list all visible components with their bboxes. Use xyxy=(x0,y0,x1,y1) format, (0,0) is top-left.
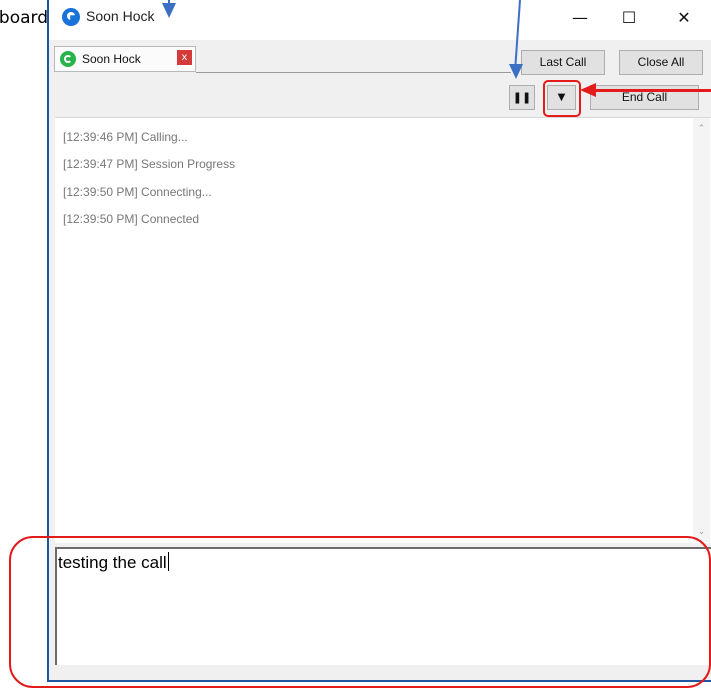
annotation-blue-arrow-head xyxy=(162,3,176,18)
whatsapp-icon xyxy=(60,51,76,67)
annotation-red-arrow-head xyxy=(580,83,596,97)
log-line: [12:39:50 PM] Connected xyxy=(63,212,200,226)
annotation-blue-arrow-head-2 xyxy=(509,64,523,79)
pause-button[interactable]: ❚❚ xyxy=(509,85,535,110)
scroll-up-icon[interactable]: ⌃ xyxy=(693,121,710,137)
tab-close-icon[interactable]: x xyxy=(177,50,192,65)
call-log xyxy=(55,117,711,543)
annotation-red-box-dropdown xyxy=(543,80,581,117)
close-window-button[interactable]: ✕ xyxy=(664,4,704,32)
annotation-red-arrow-line xyxy=(594,89,711,92)
log-line: [12:39:47 PM] Session Progress xyxy=(63,157,236,171)
log-line: [12:39:46 PM] Calling... xyxy=(63,130,188,144)
tab-label: Soon Hock xyxy=(82,52,141,66)
tab-divider xyxy=(196,72,511,73)
annotation-red-box-input xyxy=(9,536,711,688)
log-line: [12:39:50 PM] Connecting... xyxy=(63,185,212,199)
minimize-button[interactable]: — xyxy=(560,4,600,32)
app-logo-icon xyxy=(62,8,80,26)
last-call-button[interactable]: Last Call xyxy=(521,50,605,75)
side-label: Dashboard xyxy=(0,8,48,28)
maximize-button[interactable]: ☐ xyxy=(609,4,649,32)
window-title: Soon Hock xyxy=(86,8,155,24)
log-scrollbar[interactable] xyxy=(693,118,710,542)
close-all-button[interactable]: Close All xyxy=(619,50,703,75)
